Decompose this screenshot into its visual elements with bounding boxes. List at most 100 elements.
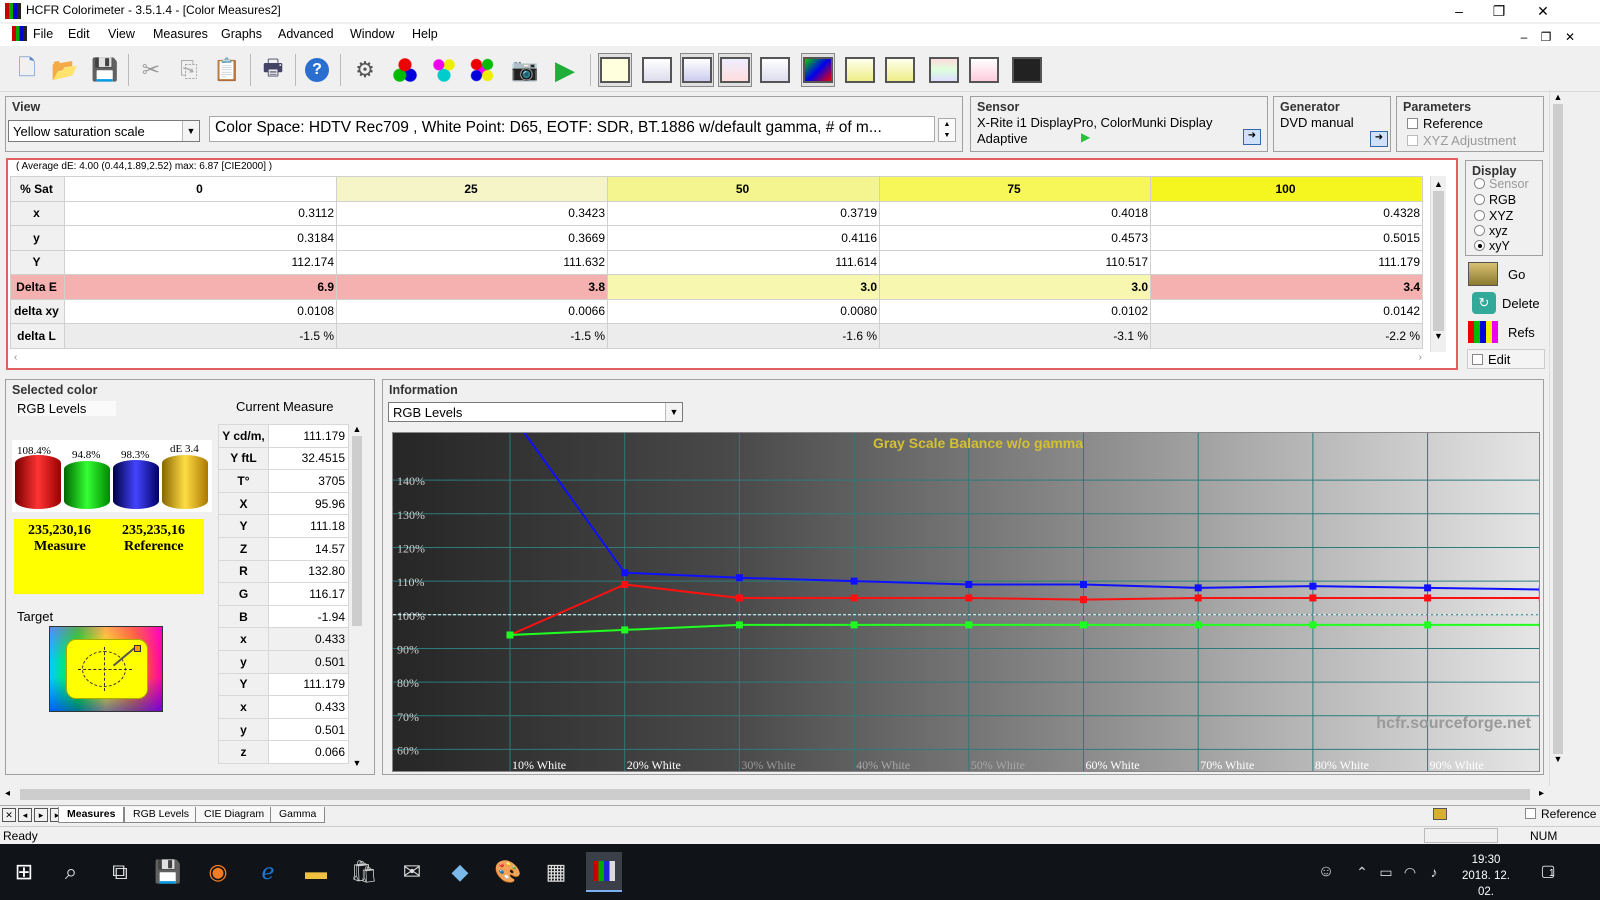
search-icon[interactable]: ⌕ xyxy=(57,858,85,886)
xyz-adjustment-checkbox[interactable]: XYZ Adjustment xyxy=(1407,133,1516,148)
table-cell[interactable]: 0.3112 xyxy=(64,200,337,226)
table-cell[interactable]: 0.0108 xyxy=(64,298,337,324)
display-option-xyz-lower[interactable]: xyz xyxy=(1474,224,1508,238)
mdi-close-button[interactable]: ✕ xyxy=(1560,26,1580,48)
sensor-probe-icon[interactable]: ⚙ xyxy=(348,53,382,87)
refs-button[interactable]: Refs xyxy=(1468,319,1544,345)
table-cell[interactable]: -1.6 % xyxy=(607,323,880,349)
table-cell[interactable]: 3.0 xyxy=(607,274,880,300)
main-vertical-scrollbar[interactable]: ▲ ▼ xyxy=(1549,92,1566,786)
table-cell[interactable]: 3.8 xyxy=(336,274,608,300)
clock[interactable]: 19:30 2018. 12. 02. xyxy=(1454,852,1518,900)
table-cell[interactable]: 111.614 xyxy=(607,249,880,275)
next-tab-icon[interactable]: ▸ xyxy=(34,808,48,822)
information-select[interactable]: RGB Levels ▼ xyxy=(388,402,683,422)
graph-view-1-icon[interactable] xyxy=(598,53,632,87)
table-cell[interactable]: 0.4116 xyxy=(607,225,880,251)
table-cell[interactable]: 111.632 xyxy=(336,249,608,275)
volume-icon[interactable]: ♪ xyxy=(1420,858,1448,886)
info-scroll-spinner[interactable]: ▲ ▼ xyxy=(938,118,956,142)
graph-view-5-icon[interactable] xyxy=(758,53,792,87)
table-cell[interactable]: 0.0142 xyxy=(1150,298,1423,324)
display-option-sensor[interactable]: Sensor xyxy=(1474,177,1529,191)
mail-icon[interactable]: ✉ xyxy=(398,858,426,886)
graph-view-7-icon[interactable] xyxy=(843,53,877,87)
new-document-icon[interactable]: 🗋 xyxy=(10,53,44,87)
cie-diagram-icon[interactable] xyxy=(801,53,835,87)
copy-icon[interactable]: ⎘ xyxy=(172,53,206,87)
windows-start-icon[interactable]: ⊞ xyxy=(10,858,38,886)
graph-view-8-icon[interactable] xyxy=(883,53,917,87)
table-cell[interactable]: 0.0066 xyxy=(336,298,608,324)
tab-gamma[interactable]: Gamma xyxy=(270,807,326,823)
play-icon[interactable]: ▶ xyxy=(548,53,582,87)
column-header[interactable]: 25 xyxy=(336,176,608,202)
camera-icon[interactable]: 📷 xyxy=(508,53,542,87)
graph-view-2-icon[interactable] xyxy=(640,53,674,87)
gray-scale-chart[interactable]: 140% 130% 120% 110% 100% 90% 80% 70% 60% 10% Whit… xyxy=(392,432,1540,772)
reference-checkbox[interactable]: Reference xyxy=(1407,116,1483,131)
file-explorer-icon[interactable]: ▬ xyxy=(302,858,330,886)
graph-view-10-icon[interactable] xyxy=(967,53,1001,87)
menu-graphs[interactable]: Graphs xyxy=(221,27,262,41)
table-cell[interactable]: 111.179 xyxy=(1150,249,1423,275)
table-cell[interactable]: 0.3719 xyxy=(607,200,880,226)
notification-icon[interactable]: ▢ xyxy=(1534,858,1562,886)
table-cell[interactable]: 112.174 xyxy=(64,249,337,275)
help-icon[interactable]: ? xyxy=(300,53,334,87)
display-option-xyz-upper[interactable]: XYZ xyxy=(1474,209,1513,223)
table-cell[interactable]: -2.2 % xyxy=(1150,323,1423,349)
app-icon-7[interactable]: ◆ xyxy=(446,858,474,886)
save-app-icon[interactable]: 💾 xyxy=(154,858,182,886)
menu-help[interactable]: Help xyxy=(412,27,438,41)
table-cell[interactable]: 3.4 xyxy=(1150,274,1423,300)
menu-window[interactable]: Window xyxy=(350,27,394,41)
tab-rgb-levels[interactable]: RGB Levels xyxy=(124,807,199,823)
graph-view-9-icon[interactable] xyxy=(927,53,961,87)
close-tab-icon[interactable]: ✕ xyxy=(2,808,16,822)
save-icon[interactable]: 💾 xyxy=(88,53,122,87)
measure-secondaries-icon[interactable] xyxy=(427,53,461,87)
edit-checkbox[interactable]: Edit xyxy=(1467,349,1545,369)
edge-icon[interactable]: ℯ xyxy=(254,858,282,886)
table-cell[interactable]: 0.0080 xyxy=(607,298,880,324)
go-button[interactable]: Go xyxy=(1468,261,1544,287)
table-cell[interactable]: 0.3669 xyxy=(336,225,608,251)
table-vertical-scrollbar[interactable]: ▲ ▼ xyxy=(1430,176,1446,352)
firefox-icon[interactable]: ◉ xyxy=(204,858,232,886)
column-header[interactable]: 100 xyxy=(1150,176,1423,202)
hcfr-taskbar-icon[interactable] xyxy=(586,852,622,892)
restore-button[interactable]: ❐ xyxy=(1476,0,1522,22)
display-option-rgb[interactable]: RGB xyxy=(1474,193,1516,207)
measure-list-scrollbar[interactable]: ▲ ▼ xyxy=(350,424,364,770)
sensor-start-icon[interactable]: ▶ xyxy=(1081,130,1090,144)
print-icon[interactable]: 🖶 xyxy=(256,53,290,87)
table-cell[interactable]: 0.0102 xyxy=(879,298,1151,324)
task-view-icon[interactable]: ⧉ xyxy=(106,858,134,886)
table-horizontal-scrollbar[interactable]: ‹ › xyxy=(10,352,1430,366)
paste-icon[interactable]: 📋 xyxy=(210,53,244,87)
menu-edit[interactable]: Edit xyxy=(68,27,90,41)
generator-config-icon[interactable]: ➜ xyxy=(1370,131,1388,147)
menu-measures[interactable]: Measures xyxy=(153,27,208,41)
table-cell[interactable]: 6.9 xyxy=(64,274,337,300)
scale-select[interactable]: Yellow saturation scale ▼ xyxy=(8,120,200,142)
measure-primaries-icon[interactable] xyxy=(388,53,422,87)
cut-icon[interactable]: ✂ xyxy=(134,53,168,87)
table-cell[interactable]: 0.3423 xyxy=(336,200,608,226)
table-cell[interactable]: 110.517 xyxy=(879,249,1151,275)
graph-view-4-icon[interactable] xyxy=(718,53,752,87)
paint-icon[interactable]: 🎨 xyxy=(494,858,522,886)
main-horizontal-scrollbar[interactable]: ◂ ▸ xyxy=(0,786,1549,803)
prev-tab-icon[interactable]: ◂ xyxy=(18,808,32,822)
open-folder-icon[interactable]: 📂 xyxy=(48,53,82,87)
graph-view-11-icon[interactable] xyxy=(1010,53,1044,87)
column-header[interactable]: 75 xyxy=(879,176,1151,202)
tab-cie-diagram[interactable]: CIE Diagram xyxy=(195,807,274,823)
column-header[interactable]: 0 xyxy=(64,176,337,202)
table-cell[interactable]: 0.4573 xyxy=(879,225,1151,251)
menu-file[interactable]: File xyxy=(33,27,53,41)
mdi-minimize-button[interactable]: – xyxy=(1514,26,1534,48)
mdi-restore-button[interactable]: ❐ xyxy=(1536,26,1556,48)
table-cell[interactable]: 0.5015 xyxy=(1150,225,1423,251)
